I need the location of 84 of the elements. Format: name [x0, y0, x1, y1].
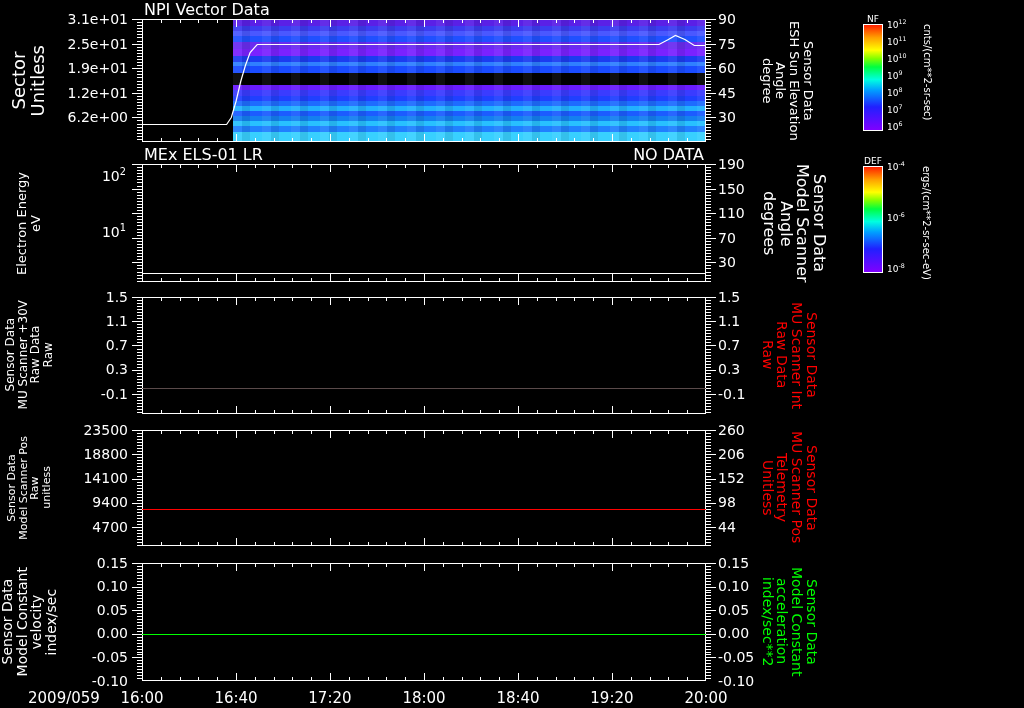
tick-label: 0.7: [105, 337, 128, 354]
colorbar-title: NF: [867, 14, 879, 24]
tick-label: 45: [718, 84, 736, 101]
colorbar-tick-label: 10$^{9}$: [887, 71, 904, 81]
tick-label: 14100: [83, 470, 128, 487]
tick-label: 0.3: [718, 361, 741, 378]
date-label: 2009/059: [28, 688, 100, 707]
unit-label: cnts/(cm**2-sr-sec): [921, 23, 934, 123]
axis-label: Sensor Data MU Scanner Int Raw Data Raw: [758, 301, 819, 409]
tick-label: 1.2e+01: [67, 84, 128, 101]
colorbar-tick-label: 10$^{8}$: [887, 88, 904, 98]
axis-label: Sector Unitless: [10, 44, 48, 117]
plot-title: NPI Vector Data: [144, 1, 270, 19]
tick-label: 23500: [83, 421, 128, 438]
tick-label: 190: [718, 156, 745, 172]
tick-label: 3.1e+01: [67, 11, 128, 27]
tick-label: 110: [718, 205, 745, 222]
time-label: 20:00: [684, 688, 728, 707]
tick-label: 0.7: [718, 337, 741, 354]
tick-label: 0.05: [718, 601, 750, 618]
time-label: 18:00: [402, 688, 446, 707]
tick-label: 75: [718, 35, 736, 52]
tick-label: 0.10: [96, 578, 128, 595]
tick-label: -0.10: [91, 672, 128, 689]
tick-label: 152: [718, 470, 745, 487]
tick-label: 10$^{1}$: [101, 224, 126, 240]
tick-label: 0.10: [718, 578, 750, 595]
tick-label: 0.00: [718, 625, 750, 642]
tick-label: -0.05: [91, 649, 128, 665]
tick-label: -0.1: [718, 385, 746, 402]
time-label: 16:40: [214, 688, 258, 707]
colorbar-tick-label: 10$^{12}$: [887, 20, 907, 30]
tick-label: 60: [718, 60, 736, 77]
tick-label: 206: [718, 445, 745, 462]
axis-label: Sensor Data Model Constant acceleration index/sec**2: [758, 566, 819, 677]
colorbar-tick-label: 10$^{11}$: [887, 37, 907, 47]
tick-label: 98: [718, 494, 736, 511]
colorbar-tick-label: 10$^{-6}$: [887, 213, 905, 223]
colorbar-tick-label: 10$^{-8}$: [887, 264, 905, 274]
tick-label: 18800: [83, 445, 128, 462]
unit-label: ergs/(cm**2-sr-sec-eV): [919, 165, 932, 282]
tick-label: 30: [718, 254, 736, 271]
status-text: NO DATA: [633, 146, 704, 164]
axis-label: Sensor Data MU Scanner Pos Telemetry Unitless: [758, 431, 819, 544]
tick-label: 2.5e+01: [67, 35, 128, 52]
axis-label: Sensor Data Model Scanner Angle degrees: [758, 164, 828, 283]
tick-label: 4700: [92, 518, 128, 535]
tick-label: 260: [718, 421, 745, 438]
colorbar-tick-label: 10$^{10}$: [887, 54, 907, 64]
tick-label: 0.15: [96, 554, 128, 571]
tick-label: 10$^{2}$: [101, 168, 126, 184]
colorbar-title: DEF: [864, 156, 882, 166]
time-label: 17:20: [308, 688, 352, 707]
axis-label: Sensor Data MU Scanner +30V Raw Data Raw: [3, 300, 55, 410]
tick-label: 1.1: [105, 312, 128, 329]
tick-label: 150: [718, 180, 745, 197]
time-label: 19:20: [590, 688, 634, 707]
colorbar-tick-label: 10$^{6}$: [887, 122, 904, 132]
tick-label: 1.9e+01: [67, 60, 128, 77]
axis-label: Sensor Data ESH Sun Elevation Angle degree: [758, 20, 815, 141]
tick-label: 1.5: [718, 288, 741, 305]
axis-label: Sensor Data Model Scanner Pos Raw unitless: [5, 435, 53, 540]
colorbar-tick-label: 10$^{7}$: [887, 105, 904, 115]
colorbar-tick-label: 10$^{-4}$: [887, 162, 905, 172]
tick-label: 1.1: [718, 312, 741, 329]
tick-label: -0.1: [100, 385, 128, 402]
tick-label: 70: [718, 229, 736, 246]
axis-label: Sensor Data Model Constant velocity index/sec: [0, 566, 59, 677]
tick-label: 9400: [92, 494, 128, 511]
axis-label: Electron Energy eV: [15, 171, 43, 275]
tick-label: -0.10: [718, 672, 755, 689]
tick-label: 6.2e+00: [67, 109, 128, 126]
tick-label: 30: [718, 109, 736, 126]
tick-label: 0.05: [96, 601, 128, 618]
time-label: 18:40: [496, 688, 540, 707]
tick-label: 44: [718, 518, 736, 535]
tick-label: 1.5: [105, 288, 128, 305]
tick-label: 90: [718, 11, 736, 27]
plot-title: MEx ELS-01 LR: [144, 146, 263, 164]
time-label: 16:00: [120, 688, 164, 707]
tick-label: 0.15: [718, 554, 750, 571]
tick-label: -0.05: [718, 649, 755, 665]
tick-label: 0.3: [105, 361, 128, 378]
tick-label: 0.00: [96, 625, 128, 642]
